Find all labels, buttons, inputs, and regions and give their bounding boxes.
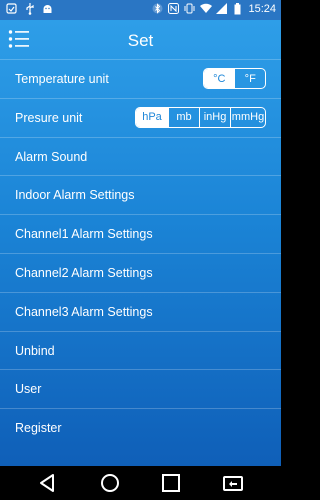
fahrenheit-option[interactable]: °F: [234, 69, 265, 88]
settings-screen: Set Temperature unit °C °F Presure unit …: [0, 20, 281, 466]
back-icon[interactable]: [37, 472, 59, 494]
unbind-row[interactable]: Unbind: [0, 330, 281, 370]
celsius-option[interactable]: °C: [204, 69, 235, 88]
wifi-icon: [200, 3, 213, 15]
indoor-alarm-settings-row[interactable]: Indoor Alarm Settings: [0, 175, 281, 214]
android-debug-icon: [42, 3, 53, 15]
channel1-alarm-settings-row[interactable]: Channel1 Alarm Settings: [0, 214, 281, 253]
battery-icon: [232, 3, 243, 15]
nfc-icon: [168, 3, 180, 15]
page-title: Set: [127, 31, 154, 50]
pressure-unit-row: Presure unit hPa mb inHg mmHg: [0, 97, 281, 137]
list-item-label: Channel3 Alarm Settings: [15, 304, 153, 319]
pressure-unit-toggle: hPa mb inHg mmHg: [135, 106, 266, 128]
status-bar: 15:24: [0, 0, 281, 20]
mb-option[interactable]: mb: [168, 107, 199, 127]
status-time: 15:24: [248, 3, 276, 15]
list-item-label: Alarm Sound: [15, 149, 88, 164]
home-icon[interactable]: [99, 472, 121, 494]
mmhg-option[interactable]: mmHg: [230, 107, 265, 127]
app-bar: Set: [0, 20, 281, 60]
list-item-label: Unbind: [15, 343, 55, 358]
signal-icon: [216, 3, 228, 15]
bluetooth-icon: [152, 3, 163, 15]
screen-mirror-icon[interactable]: [222, 472, 244, 494]
pressure-unit-label: Presure unit: [15, 110, 83, 125]
notification-icon: [6, 3, 17, 15]
user-row[interactable]: User: [0, 369, 281, 408]
temperature-unit-toggle: °C °F: [203, 68, 266, 89]
temperature-unit-label: Temperature unit: [15, 72, 109, 86]
list-item-label: Register: [15, 421, 62, 436]
list-item-label: Indoor Alarm Settings: [15, 188, 135, 203]
channel2-alarm-settings-row[interactable]: Channel2 Alarm Settings: [0, 252, 281, 292]
list-item-label: Channel2 Alarm Settings: [15, 265, 153, 280]
usb-icon: [24, 3, 35, 15]
alarm-sound-row[interactable]: Alarm Sound: [0, 136, 281, 176]
settings-list: Temperature unit °C °F Presure unit hPa …: [0, 59, 281, 447]
hpa-option[interactable]: hPa: [136, 107, 168, 127]
vibrate-icon: [184, 3, 195, 15]
navigation-bar: [0, 466, 281, 500]
channel3-alarm-settings-row[interactable]: Channel3 Alarm Settings: [0, 291, 281, 331]
recents-icon[interactable]: [160, 472, 182, 494]
register-row[interactable]: Register: [0, 408, 281, 447]
temperature-unit-row: Temperature unit °C °F: [0, 59, 281, 98]
list-item-label: Channel1 Alarm Settings: [15, 227, 153, 242]
inhg-option[interactable]: inHg: [199, 107, 230, 127]
list-item-label: User: [15, 382, 42, 397]
